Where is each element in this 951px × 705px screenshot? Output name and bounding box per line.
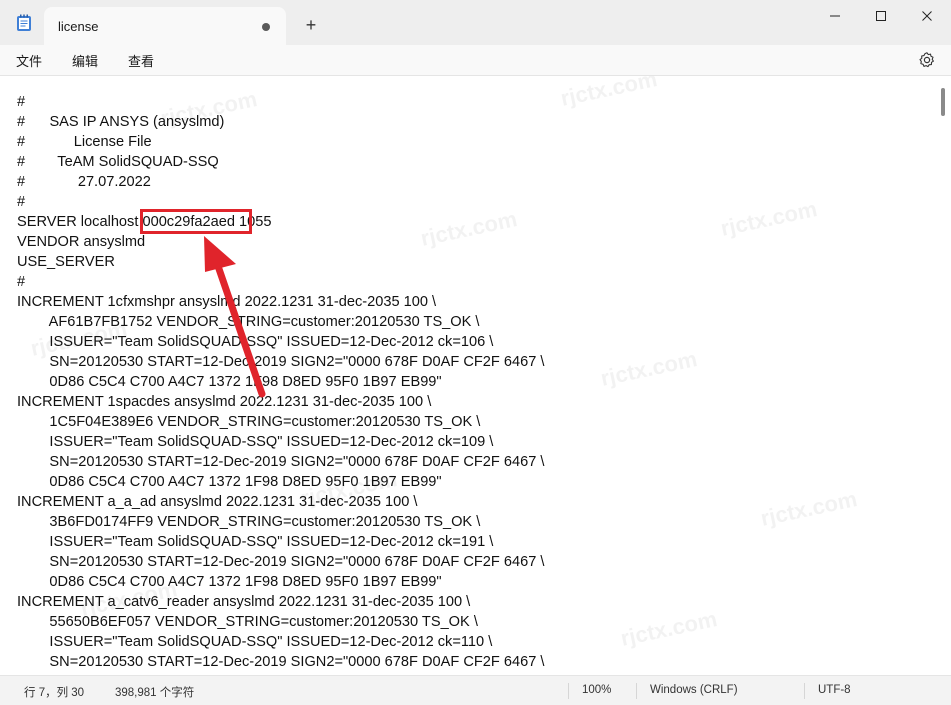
cursor-position: 行 7，列 30: [24, 687, 85, 699]
line-ending[interactable]: Windows (CRLF): [650, 684, 738, 696]
close-button[interactable]: [904, 0, 950, 32]
unsaved-dot-icon[interactable]: [262, 23, 270, 31]
encoding[interactable]: UTF-8: [818, 684, 851, 696]
menu-edit[interactable]: 编辑: [70, 51, 100, 70]
vertical-scrollbar[interactable]: [941, 88, 945, 116]
status-divider: [636, 683, 637, 699]
minimize-icon: [830, 15, 840, 17]
status-divider: [568, 683, 569, 699]
maximize-button[interactable]: [858, 0, 904, 32]
text-editor[interactable]: rjctx.com rjctx.com rjctx.com rjctx.com …: [0, 75, 951, 675]
menu-bar: 文件 编辑 查看: [0, 45, 951, 75]
red-arrow-annotation: [204, 236, 266, 398]
new-tab-button[interactable]: +: [300, 14, 322, 36]
status-divider: [804, 683, 805, 699]
tab-title: license: [58, 19, 99, 34]
settings-gear-icon[interactable]: [918, 51, 936, 69]
minimize-button[interactable]: [812, 0, 858, 32]
notepad-app-icon: [17, 14, 31, 31]
menu-file[interactable]: 文件: [14, 51, 44, 70]
maximize-icon: [876, 11, 886, 21]
close-icon: [922, 11, 932, 21]
character-count: 398,981 个字符: [115, 687, 195, 699]
tab-license[interactable]: license: [44, 7, 286, 45]
title-bar: license +: [0, 0, 951, 45]
zoom-level[interactable]: 100%: [582, 684, 611, 696]
status-bar: 行 7，列 30 398,981 个字符 100% Windows (CRLF)…: [0, 675, 951, 705]
menu-view[interactable]: 查看: [126, 51, 156, 70]
